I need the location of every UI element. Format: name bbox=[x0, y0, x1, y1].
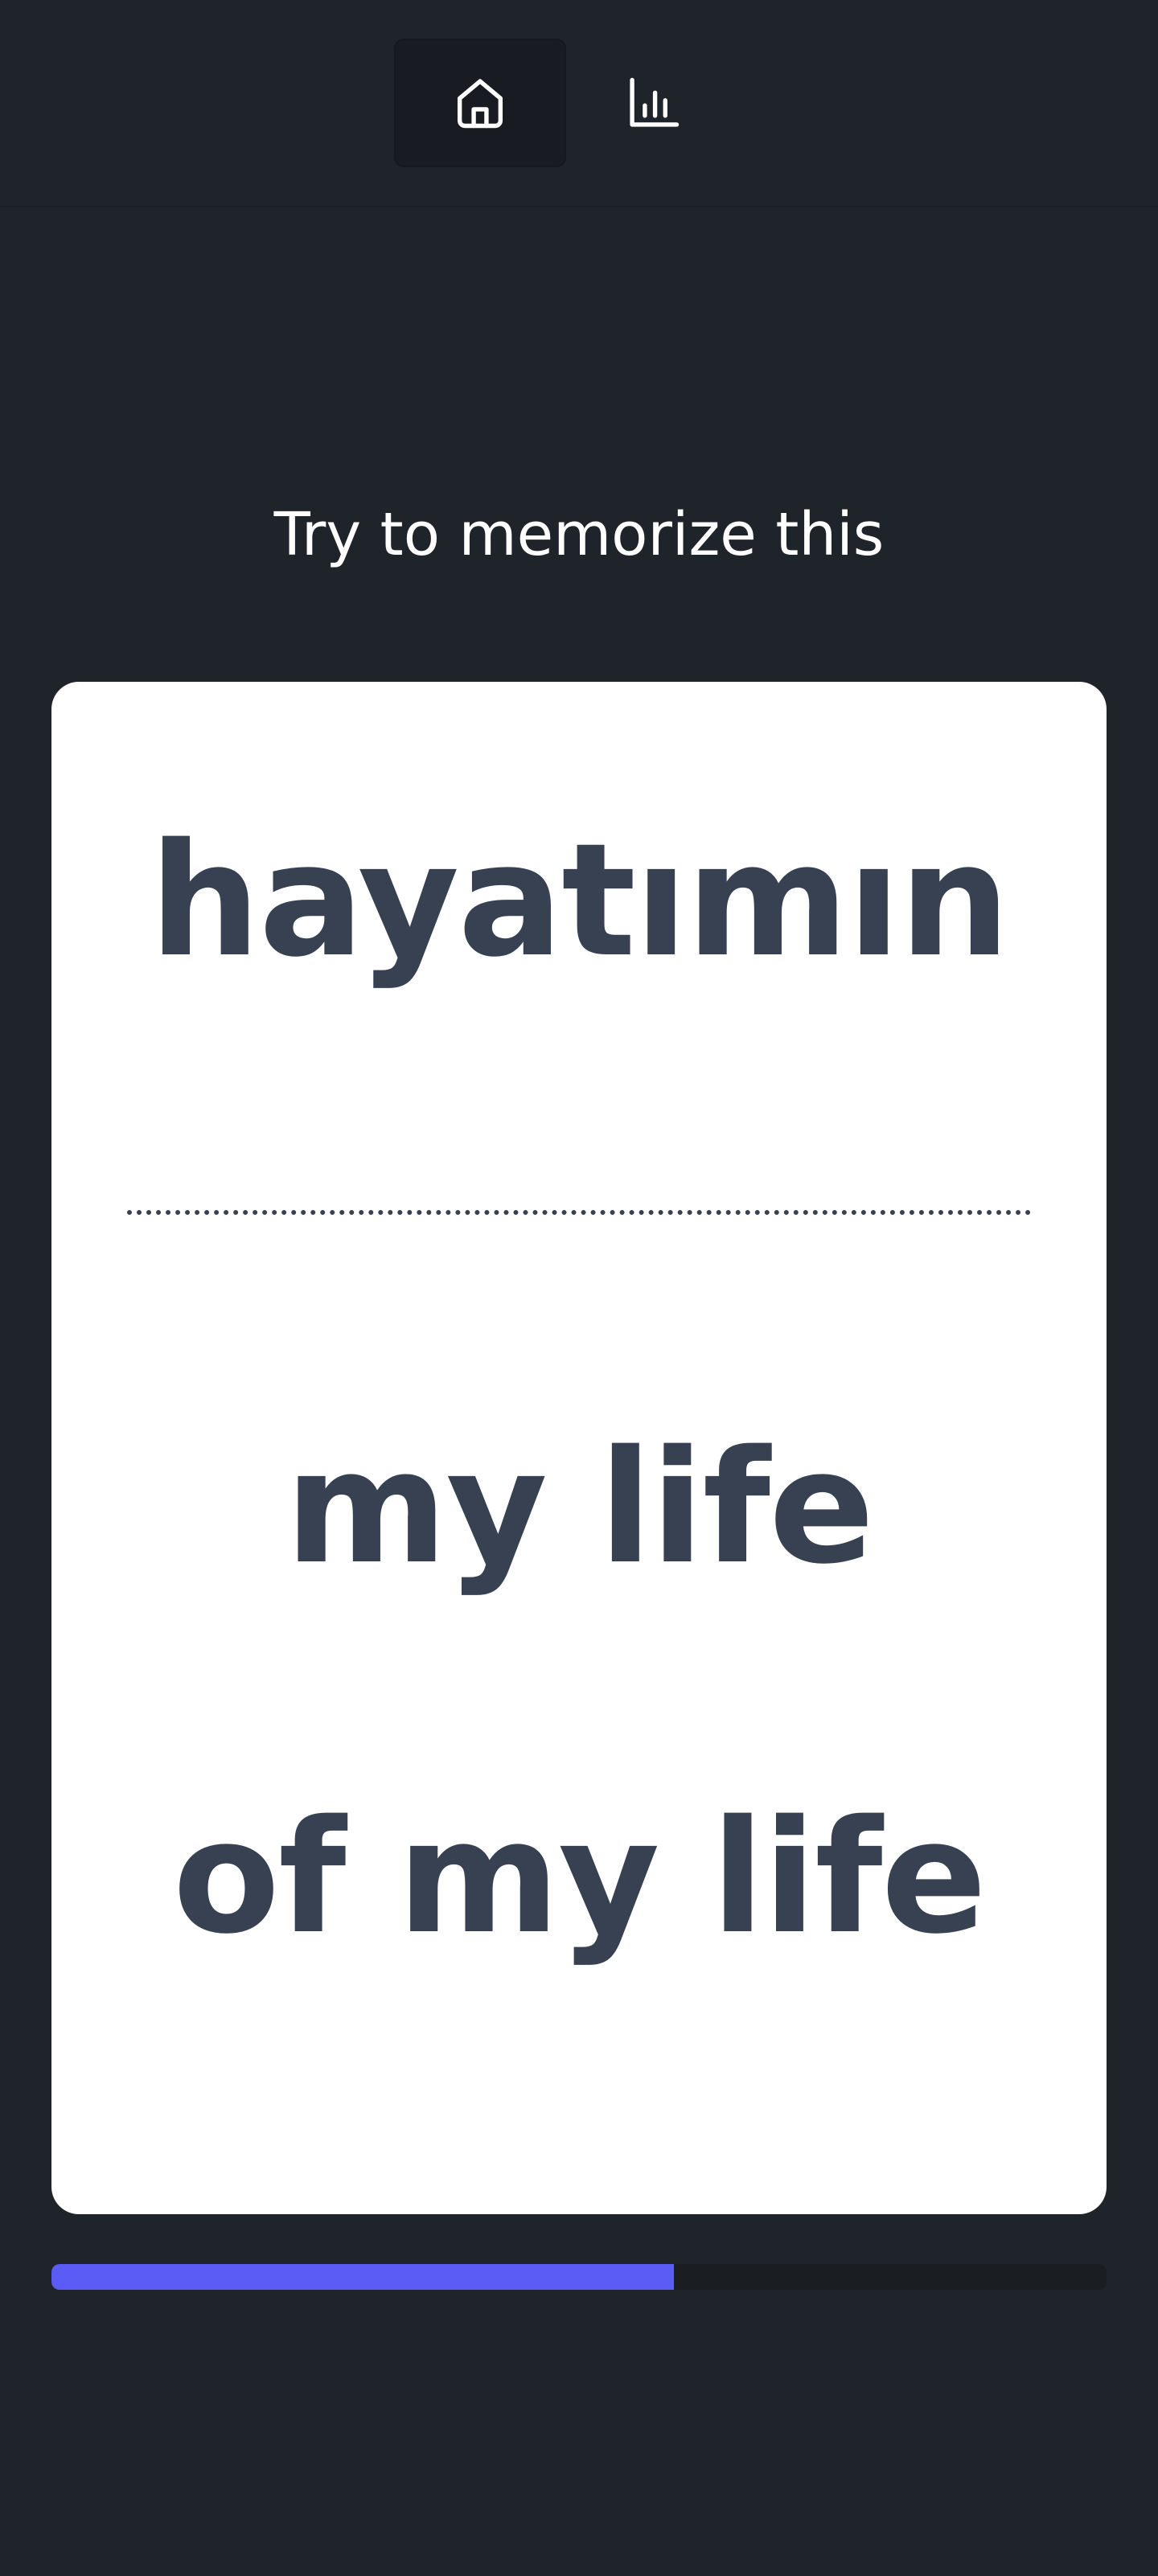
home-icon bbox=[457, 79, 503, 129]
translation-2: of my life bbox=[172, 1786, 987, 1968]
bar-chart-icon bbox=[630, 77, 680, 127]
instruction-text: Try to memorize this bbox=[273, 500, 885, 569]
progress-bar bbox=[51, 2264, 1107, 2290]
source-word: hayatımın bbox=[149, 810, 1010, 991]
progress-fill bbox=[51, 2264, 675, 2290]
main-nav bbox=[394, 39, 740, 167]
translation-1: my life bbox=[285, 1417, 874, 1598]
card-divider bbox=[127, 1210, 1031, 1215]
top-bar bbox=[0, 0, 1158, 207]
stats-button[interactable] bbox=[568, 39, 740, 167]
home-button[interactable] bbox=[394, 39, 566, 167]
